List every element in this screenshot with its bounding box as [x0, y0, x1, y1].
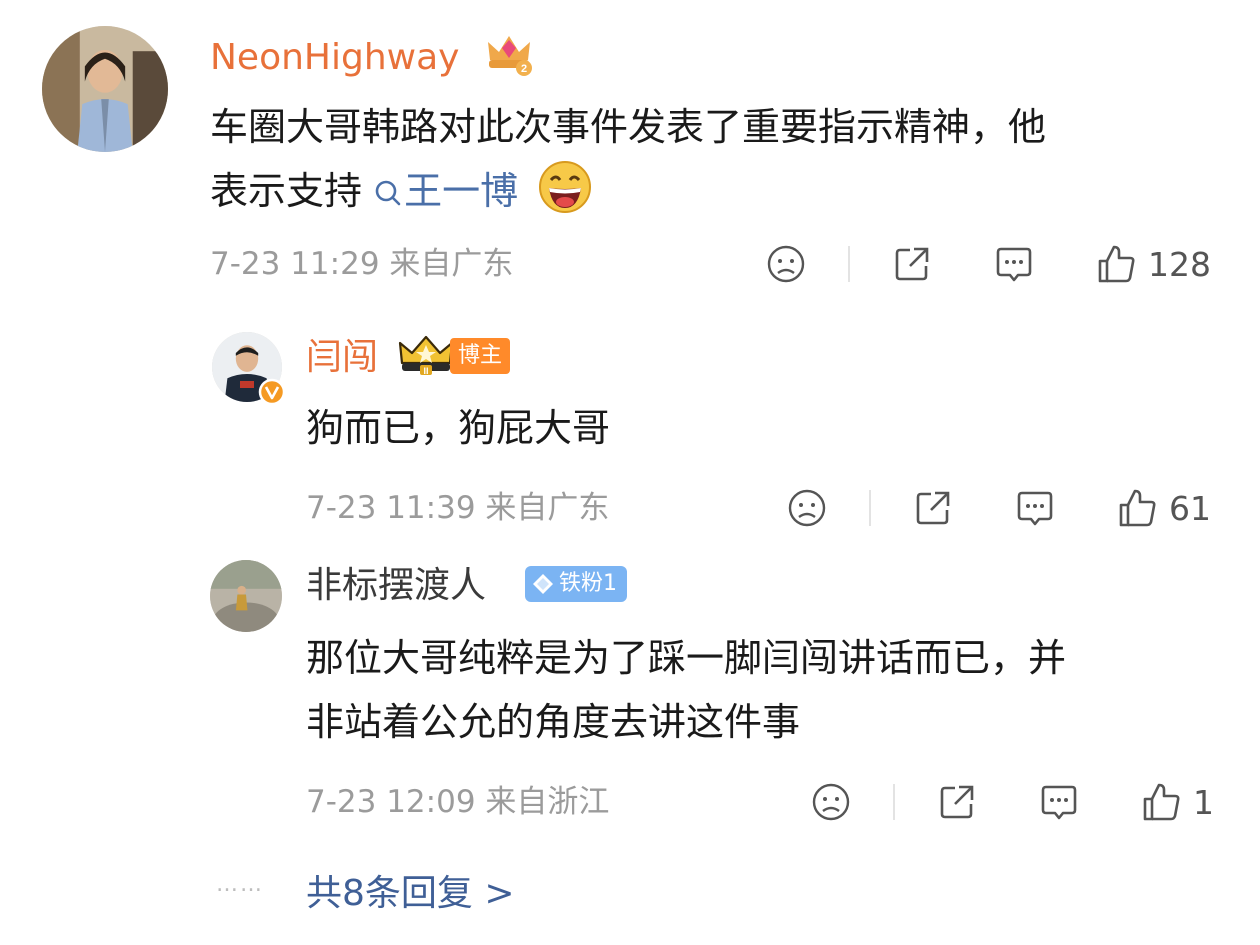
like-count: 128: [1148, 244, 1211, 284]
search-icon: [375, 180, 401, 206]
crown-vip-icon: 2: [484, 30, 534, 78]
share-icon: [916, 491, 950, 525]
share-button[interactable]: [937, 780, 977, 824]
fan-badge: 铁粉1: [525, 566, 627, 602]
reply-button[interactable]: [994, 242, 1034, 286]
like-icon: [1098, 245, 1135, 283]
comment-actions: 1: [0, 780, 1260, 824]
divider: [848, 246, 850, 282]
comment-text: 那位大哥纯粹是为了踩一脚闫闯讲话而已，并 非站着公允的角度去讲这件事: [306, 626, 1226, 754]
verified-icon: [258, 378, 286, 406]
comment-actions: 128: [0, 242, 1260, 286]
laugh-emoji-icon: [539, 161, 592, 213]
comment-actions: 61: [0, 486, 1260, 530]
blogger-badge: 博主: [450, 338, 511, 374]
username[interactable]: NeonHighway: [210, 36, 459, 80]
comment-icon: [996, 247, 1032, 282]
dislike-icon: [788, 489, 826, 527]
fan-badge-label: 铁粉1: [559, 571, 617, 596]
more-replies-link[interactable]: 共8条回复 >: [306, 864, 515, 916]
dislike-icon: [767, 245, 805, 283]
topic-link[interactable]: 王一博: [374, 169, 530, 213]
comment-text: 狗而已，狗屁大哥: [306, 396, 1206, 460]
svg-text:II: II: [423, 366, 428, 376]
comment-text: 车圈大哥韩路对此次事件发表了重要指示精神，他 表示支持 王一博: [210, 95, 1210, 223]
dislike-icon: [812, 783, 850, 821]
like-icon: [1119, 489, 1156, 527]
crown-level-icon: II: [398, 333, 454, 377]
reply-button[interactable]: [1015, 486, 1055, 530]
like-icon: [1143, 783, 1180, 821]
divider: [893, 784, 895, 820]
share-icon: [940, 785, 974, 819]
dislike-button[interactable]: [766, 242, 806, 286]
avatar[interactable]: [42, 26, 168, 152]
like-count: 1: [1193, 782, 1214, 822]
comment-line: 非站着公允的角度去讲这件事: [306, 700, 801, 744]
username[interactable]: 非标摆渡人: [306, 564, 486, 608]
comment-line: 表示支持 王一博: [210, 159, 1210, 223]
share-icon: [895, 247, 929, 281]
comment-line: 狗而已，狗屁大哥: [306, 406, 611, 450]
comment-line: 那位大哥纯粹是为了踩一脚闫闯讲话而已，并: [306, 636, 1067, 680]
like-button[interactable]: 1: [1141, 780, 1214, 824]
comment-line: 车圈大哥韩路对此次事件发表了重要指示精神，他: [210, 105, 1047, 149]
diamond-icon: [533, 574, 553, 594]
dislike-button[interactable]: [811, 780, 851, 824]
like-button[interactable]: 128: [1096, 242, 1211, 286]
divider: [869, 490, 871, 526]
avatar[interactable]: [210, 560, 282, 632]
comment-icon: [1017, 491, 1053, 526]
comment-icon: [1041, 785, 1077, 820]
like-button[interactable]: 61: [1117, 486, 1211, 530]
share-button[interactable]: [892, 242, 932, 286]
username[interactable]: 闫闯: [306, 336, 378, 380]
svg-text:2: 2: [521, 63, 527, 75]
like-count: 61: [1169, 488, 1211, 528]
reply-button[interactable]: [1039, 780, 1079, 824]
share-button[interactable]: [913, 486, 953, 530]
topic-label[interactable]: 王一博: [404, 169, 518, 213]
more-replies-dots: ……: [216, 872, 264, 897]
dislike-button[interactable]: [787, 486, 827, 530]
comment-prefix: 表示支持: [210, 169, 363, 213]
